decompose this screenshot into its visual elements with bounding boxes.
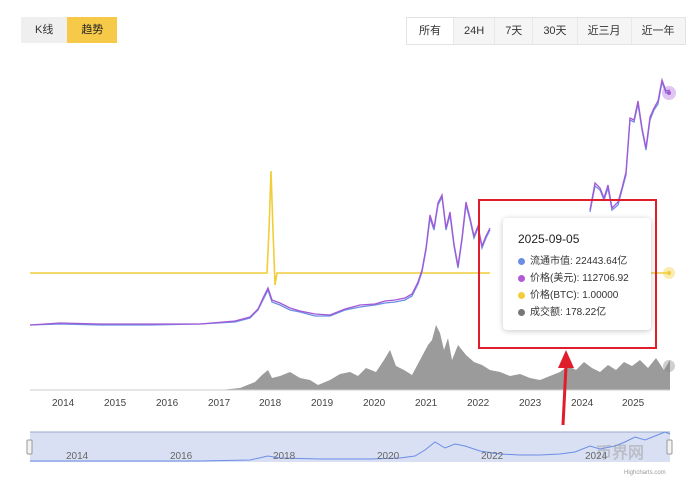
navigator-tick-label: 2016 <box>170 451 193 462</box>
x-tick-label: 2019 <box>311 398 334 409</box>
x-tick-label: 2025 <box>622 398 645 409</box>
volume-end-marker[interactable] <box>663 360 675 372</box>
x-tick-label: 2020 <box>363 398 386 409</box>
x-tick-label: 2017 <box>208 398 231 409</box>
annotation-highlight-box <box>478 199 657 349</box>
navigator-tick-label: 2018 <box>273 451 296 462</box>
x-tick-label: 2024 <box>571 398 594 409</box>
navigator-right-handle[interactable] <box>666 439 673 455</box>
navigator-tick-label: 2020 <box>377 451 400 462</box>
price-usd-end-dot <box>667 91 671 95</box>
x-tick-label: 2016 <box>156 398 179 409</box>
price-usd-line <box>29 192 491 326</box>
highcharts-credit[interactable]: Highcharts.com <box>624 470 666 476</box>
navigator-tick-label: 2014 <box>66 451 89 462</box>
price-usd-line-late <box>589 77 671 211</box>
x-tick-label: 2022 <box>467 398 490 409</box>
navigator-mask[interactable] <box>30 432 670 462</box>
watermark-logo: 币界网 <box>596 445 645 462</box>
x-tick-label: 2014 <box>52 398 75 409</box>
x-tick-label: 2015 <box>104 398 127 409</box>
navigator-tick-label: 2022 <box>481 451 504 462</box>
navigator-left-handle[interactable] <box>26 439 33 455</box>
price-btc-end-dot <box>667 271 671 275</box>
x-tick-label: 2021 <box>415 398 438 409</box>
x-tick-label: 2018 <box>259 398 282 409</box>
price-btc-line <box>30 170 490 286</box>
x-tick-label: 2023 <box>519 398 542 409</box>
